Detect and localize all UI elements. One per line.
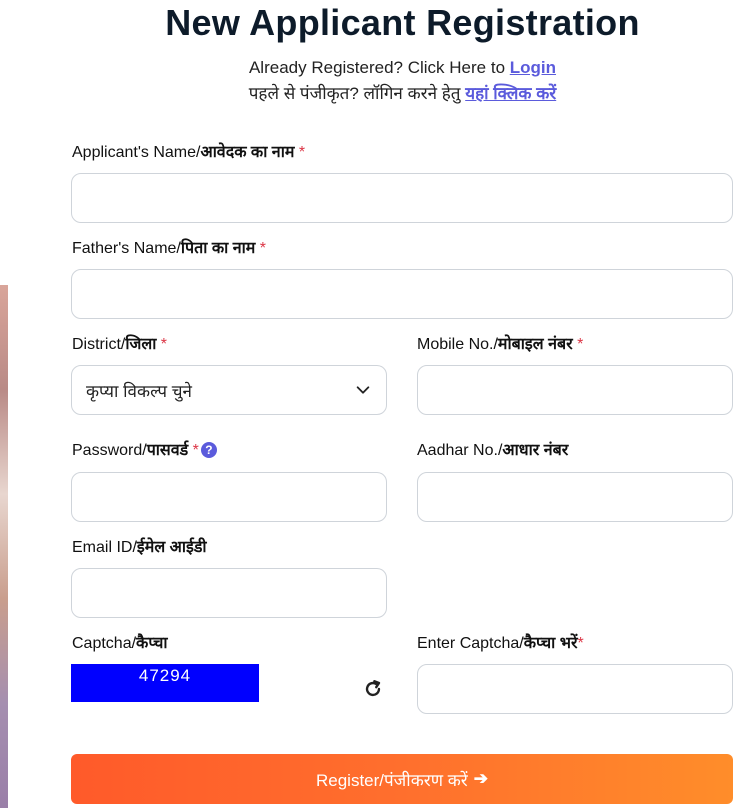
district-label-en: District/ [72, 336, 126, 353]
aadhar-label-hi: आधार नंबर [502, 442, 569, 459]
applicant-name-label: Applicant's Name/आवेदक का नाम * [72, 140, 305, 162]
captcha-label: Captcha/कैप्चा [72, 631, 168, 653]
father-name-label: Father's Name/पिता का नाम * [72, 236, 266, 258]
district-selected-value: कृप्या विकल्प चुने [86, 381, 192, 401]
email-label: Email ID/ईमेल आईडी [72, 535, 207, 557]
district-label-hi: जिला [125, 336, 157, 353]
background-image-edge [0, 285, 8, 808]
enter-captcha-input[interactable] [417, 664, 733, 714]
enter-captcha-label-en: Enter Captcha/ [417, 635, 524, 652]
captcha-label-en: Captcha/ [72, 635, 137, 652]
enter-captcha-label: Enter Captcha/कैप्चा भरें* [417, 631, 584, 653]
login-link-hindi[interactable]: यहां क्लिक करें [465, 84, 556, 103]
required-mark: * [298, 144, 306, 161]
password-label-hi: पासवर्ड [146, 442, 189, 459]
applicant-name-label-en: Applicant's Name/ [72, 144, 201, 161]
refresh-icon[interactable] [362, 678, 384, 700]
login-prompt-text: Already Registered? Click Here to [248, 58, 510, 77]
email-label-en: Email ID/ [72, 539, 137, 556]
email-input[interactable] [71, 568, 387, 618]
father-name-label-en: Father's Name/ [72, 240, 181, 257]
login-prompt-en: Already Registered? Click Here to Login [0, 58, 750, 78]
mobile-label-en: Mobile No./ [417, 336, 498, 353]
required-mark: * [577, 635, 584, 652]
password-label: Password/पासवर्ड *? [72, 438, 217, 460]
password-label-en: Password/ [72, 442, 147, 459]
register-button-label: Register/पंजीकरण करें [316, 770, 468, 790]
email-label-hi: ईमेल आईडी [136, 539, 207, 556]
login-prompt-hi: पहले से पंजीकृत? लॉगिन करने हेतु यहां क्… [0, 81, 750, 104]
required-mark: * [259, 240, 266, 257]
district-select[interactable]: कृप्या विकल्प चुने [71, 365, 387, 415]
aadhar-label: Aadhar No./आधार नंबर [417, 438, 568, 460]
arrow-right-icon: ➔ [473, 769, 488, 788]
login-link[interactable]: Login [510, 58, 556, 77]
applicant-name-input[interactable] [71, 173, 733, 223]
login-prompt-hindi-text: पहले से पंजीकृत? लॉगिन करने हेतु [248, 84, 466, 103]
register-button[interactable]: Register/पंजीकरण करें ➔ [71, 754, 733, 804]
applicant-name-label-hi: आवेदक का नाम [200, 144, 295, 161]
page-title: New Applicant Registration [165, 2, 640, 43]
mobile-input[interactable] [417, 365, 733, 415]
father-name-label-hi: पिता का नाम [180, 240, 256, 257]
father-name-input[interactable] [71, 269, 733, 319]
district-label: District/जिला * [72, 332, 167, 354]
aadhar-input[interactable] [417, 472, 733, 522]
mobile-label: Mobile No./मोबाइल नंबर * [417, 332, 583, 354]
question-circle-icon[interactable]: ? [200, 442, 217, 458]
aadhar-label-en: Aadhar No./ [417, 442, 503, 459]
required-mark: * [160, 336, 168, 353]
chevron-down-icon [356, 386, 370, 394]
password-input[interactable] [71, 472, 387, 522]
mobile-label-hi: मोबाइल नंबर [497, 336, 573, 353]
required-mark: * [192, 442, 199, 459]
captcha-label-hi: कैप्चा [136, 635, 168, 652]
captcha-image: 47294 [71, 664, 259, 702]
enter-captcha-label-hi: कैप्चा भरें [523, 635, 578, 652]
required-mark: * [577, 336, 584, 353]
